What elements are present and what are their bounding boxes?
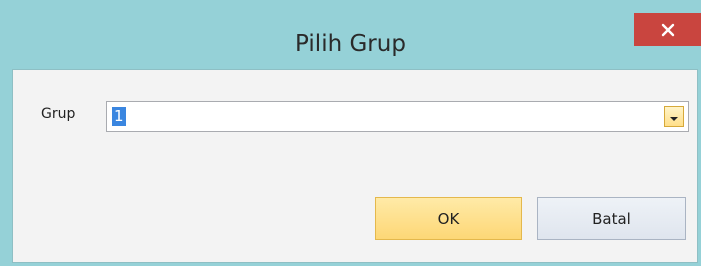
- window-title: Pilih Grup: [295, 31, 406, 57]
- group-label: Grup: [41, 106, 76, 122]
- ok-button[interactable]: OK: [375, 197, 522, 240]
- dialog-window: Pilih Grup Grup 1 OK Batal: [0, 0, 701, 266]
- dropdown-button[interactable]: [664, 106, 684, 127]
- close-icon: [661, 23, 675, 37]
- group-combobox[interactable]: 1: [106, 101, 689, 132]
- chevron-down-icon: [669, 107, 679, 126]
- cancel-button[interactable]: Batal: [537, 197, 686, 240]
- group-combobox-value[interactable]: 1: [112, 107, 126, 126]
- close-button[interactable]: [634, 13, 701, 46]
- dialog-body: Grup 1 OK Batal: [12, 69, 698, 263]
